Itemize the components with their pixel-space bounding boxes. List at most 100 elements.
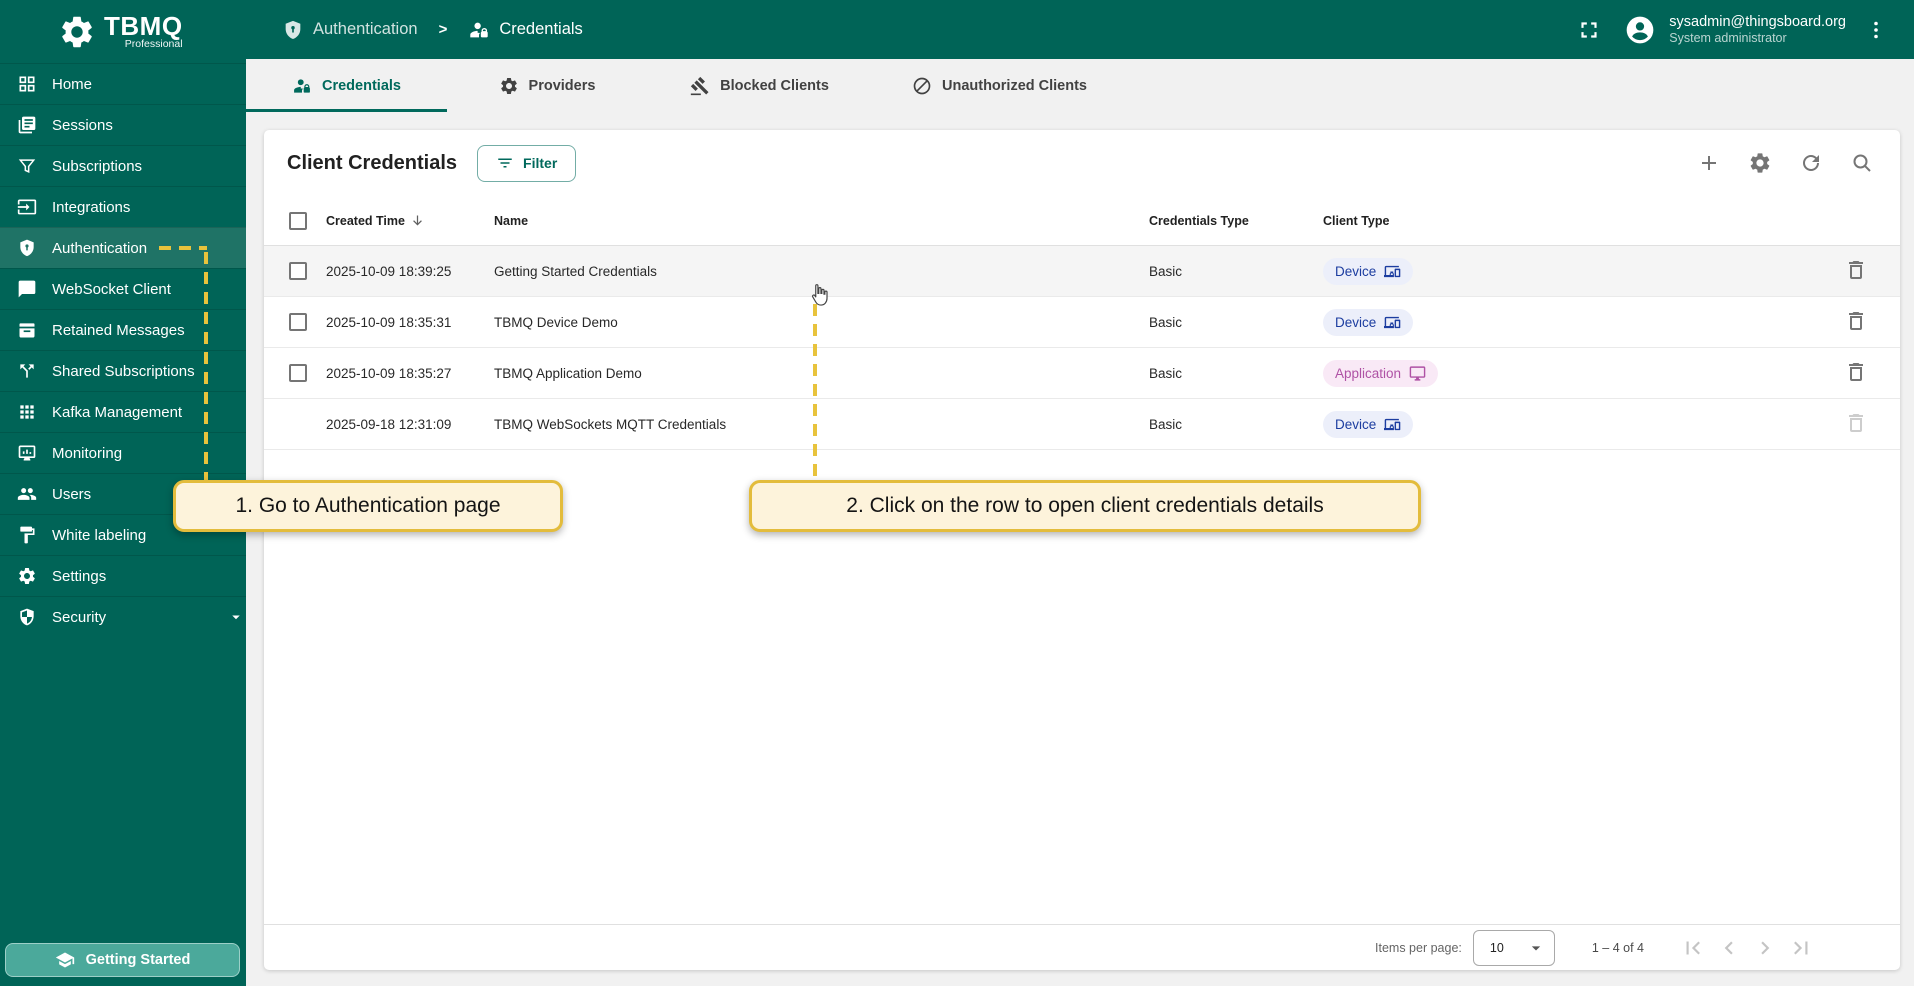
- table-header-row: Created Time Name Credentials Type Clien…: [264, 196, 1900, 246]
- breadcrumb-authentication[interactable]: Authentication: [313, 20, 418, 39]
- search-button[interactable]: [1850, 151, 1874, 175]
- delete-button[interactable]: [1844, 258, 1868, 282]
- table-row[interactable]: 2025-10-09 18:35:27 TBMQ Application Dem…: [264, 348, 1900, 399]
- user-email: sysadmin@thingsboard.org: [1669, 13, 1846, 30]
- sidebar-item-label: Settings: [52, 567, 107, 585]
- tab-credentials[interactable]: Credentials: [246, 59, 447, 112]
- call-split-icon: [20, 364, 34, 378]
- getting-started-label: Getting Started: [85, 952, 191, 968]
- sidebar-item-security[interactable]: Security: [0, 596, 246, 637]
- cell-name: TBMQ Application Demo: [494, 365, 642, 381]
- table-settings-gear-icon[interactable]: [1748, 151, 1772, 175]
- people-icon: [17, 488, 37, 500]
- cell-name: TBMQ Device Demo: [494, 314, 618, 330]
- tab-blocked-clients[interactable]: Blocked Clients: [647, 59, 872, 112]
- user-role: System administrator: [1669, 30, 1787, 45]
- client-type-chip: Application: [1323, 359, 1439, 387]
- prev-page-icon: [1724, 941, 1733, 954]
- input-icon: [17, 199, 37, 215]
- table-row[interactable]: 2025-10-09 18:39:25 Getting Started Cred…: [264, 246, 1900, 297]
- sidebar-item-authentication[interactable]: Authentication: [0, 227, 246, 268]
- row-checkbox[interactable]: [289, 262, 307, 280]
- device-icon: [1384, 418, 1401, 430]
- breadcrumb-separator: >: [438, 21, 448, 38]
- sidebar-item-retained-messages[interactable]: Retained Messages: [0, 309, 246, 350]
- paginator: Items per page: 10 1 – 4 of 4: [264, 924, 1900, 970]
- sidebar-item-monitoring[interactable]: Monitoring: [0, 432, 246, 473]
- fullscreen-icon[interactable]: [1576, 17, 1602, 43]
- page-size-select[interactable]: 10: [1472, 929, 1555, 966]
- shield-half-icon: [20, 608, 34, 626]
- table-row[interactable]: 2025-09-18 12:31:09 TBMQ WebSockets MQTT…: [264, 399, 1900, 450]
- client-credentials-card: Client Credentials Filter Created Time N…: [264, 130, 1900, 970]
- application-icon: [1409, 365, 1426, 381]
- select-all-checkbox[interactable]: [289, 211, 307, 230]
- tab-unauthorized-clients[interactable]: Unauthorized Clients: [872, 59, 1127, 112]
- cell-created-time: 2025-10-09 18:35:31: [326, 314, 452, 330]
- school-icon: [55, 952, 74, 968]
- tbmq-logo-icon: [62, 16, 92, 47]
- user-info[interactable]: sysadmin@thingsboard.org System administ…: [1669, 13, 1846, 47]
- annotation-step-2: 2. Click on the row to open client crede…: [749, 480, 1421, 532]
- paginator-range: 1 – 4 of 4: [1591, 940, 1644, 955]
- sessions-icon: [18, 116, 36, 134]
- table-row[interactable]: 2025-10-09 18:35:31 TBMQ Device Demo Bas…: [264, 297, 1900, 348]
- delete-button-disabled: [1849, 413, 1863, 432]
- delete-button[interactable]: [1844, 309, 1868, 333]
- annotation-line-horizontal: [159, 246, 207, 250]
- sidebar-item-label: Users: [52, 485, 92, 503]
- add-button[interactable]: [1697, 151, 1721, 175]
- avatar[interactable]: [1624, 14, 1656, 46]
- person-lock-icon: [470, 22, 489, 37]
- tab-providers[interactable]: Providers: [447, 59, 647, 112]
- chat-icon: [18, 280, 36, 298]
- row-checkbox[interactable]: [289, 364, 307, 382]
- sidebar-item-label: Monitoring: [52, 444, 123, 462]
- first-page-icon: [1686, 941, 1700, 954]
- sidebar-item-label: Authentication: [52, 239, 148, 257]
- person-lock-icon: [294, 78, 310, 93]
- client-type-chip: Device: [1323, 410, 1414, 438]
- dashboard-icon: [19, 76, 35, 92]
- column-header-name: Name: [494, 213, 529, 228]
- tab-label: Unauthorized Clients: [941, 77, 1087, 94]
- annotation-step-1: 1. Go to Authentication page: [173, 480, 563, 532]
- delete-button[interactable]: [1844, 360, 1868, 384]
- apps-grid-icon: [20, 405, 34, 419]
- cell-created-time: 2025-10-09 18:39:25: [326, 263, 452, 279]
- sidebar-item-sessions[interactable]: Sessions: [0, 104, 246, 145]
- sidebar-item-settings[interactable]: Settings: [0, 555, 246, 596]
- chevron-down-icon: [232, 615, 240, 620]
- sidebar-item-shared-subscriptions[interactable]: Shared Subscriptions: [0, 350, 246, 391]
- sidebar-item-websocket-client[interactable]: WebSocket Client: [0, 268, 246, 309]
- items-per-page-label: Items per page:: [1375, 940, 1462, 955]
- filter-button[interactable]: Filter: [477, 144, 577, 182]
- getting-started-button[interactable]: Getting Started: [5, 943, 240, 977]
- sidebar-item-kafka-management[interactable]: Kafka Management: [0, 391, 246, 432]
- cell-credentials-type: Basic: [1149, 314, 1183, 330]
- sidebar-item-integrations[interactable]: Integrations: [0, 186, 246, 227]
- row-checkbox[interactable]: [289, 313, 307, 331]
- filter-list-icon: [498, 158, 512, 168]
- annotation-line-vertical-1: [204, 252, 208, 480]
- tab-bar: Credentials Providers Blocked Clients Un…: [246, 59, 1914, 112]
- annotation-line-vertical-2: [813, 304, 817, 480]
- tab-label: Providers: [528, 77, 596, 94]
- sidebar-item-label: Shared Subscriptions: [52, 362, 195, 380]
- tab-label: Credentials: [322, 77, 401, 94]
- app-name: TBMQ: [104, 11, 183, 41]
- cell-created-time: 2025-10-09 18:35:27: [326, 365, 452, 381]
- paint-icon: [20, 526, 35, 544]
- column-header-created-time[interactable]: Created Time: [326, 213, 494, 228]
- refresh-button[interactable]: [1799, 151, 1823, 175]
- sidebar-item-home[interactable]: Home: [0, 63, 246, 104]
- sidebar-item-label: Security: [52, 608, 107, 626]
- hand-cursor-icon: [811, 284, 828, 306]
- sidebar-item-subscriptions[interactable]: Subscriptions: [0, 145, 246, 186]
- more-vert-icon[interactable]: [1864, 18, 1888, 42]
- gavel-icon: [690, 76, 709, 95]
- chevron-down-icon: [1531, 945, 1541, 950]
- monitor-icon: [18, 445, 36, 461]
- app-logo[interactable]: TBMQ Professional: [0, 0, 246, 63]
- last-page-icon: [1794, 941, 1808, 954]
